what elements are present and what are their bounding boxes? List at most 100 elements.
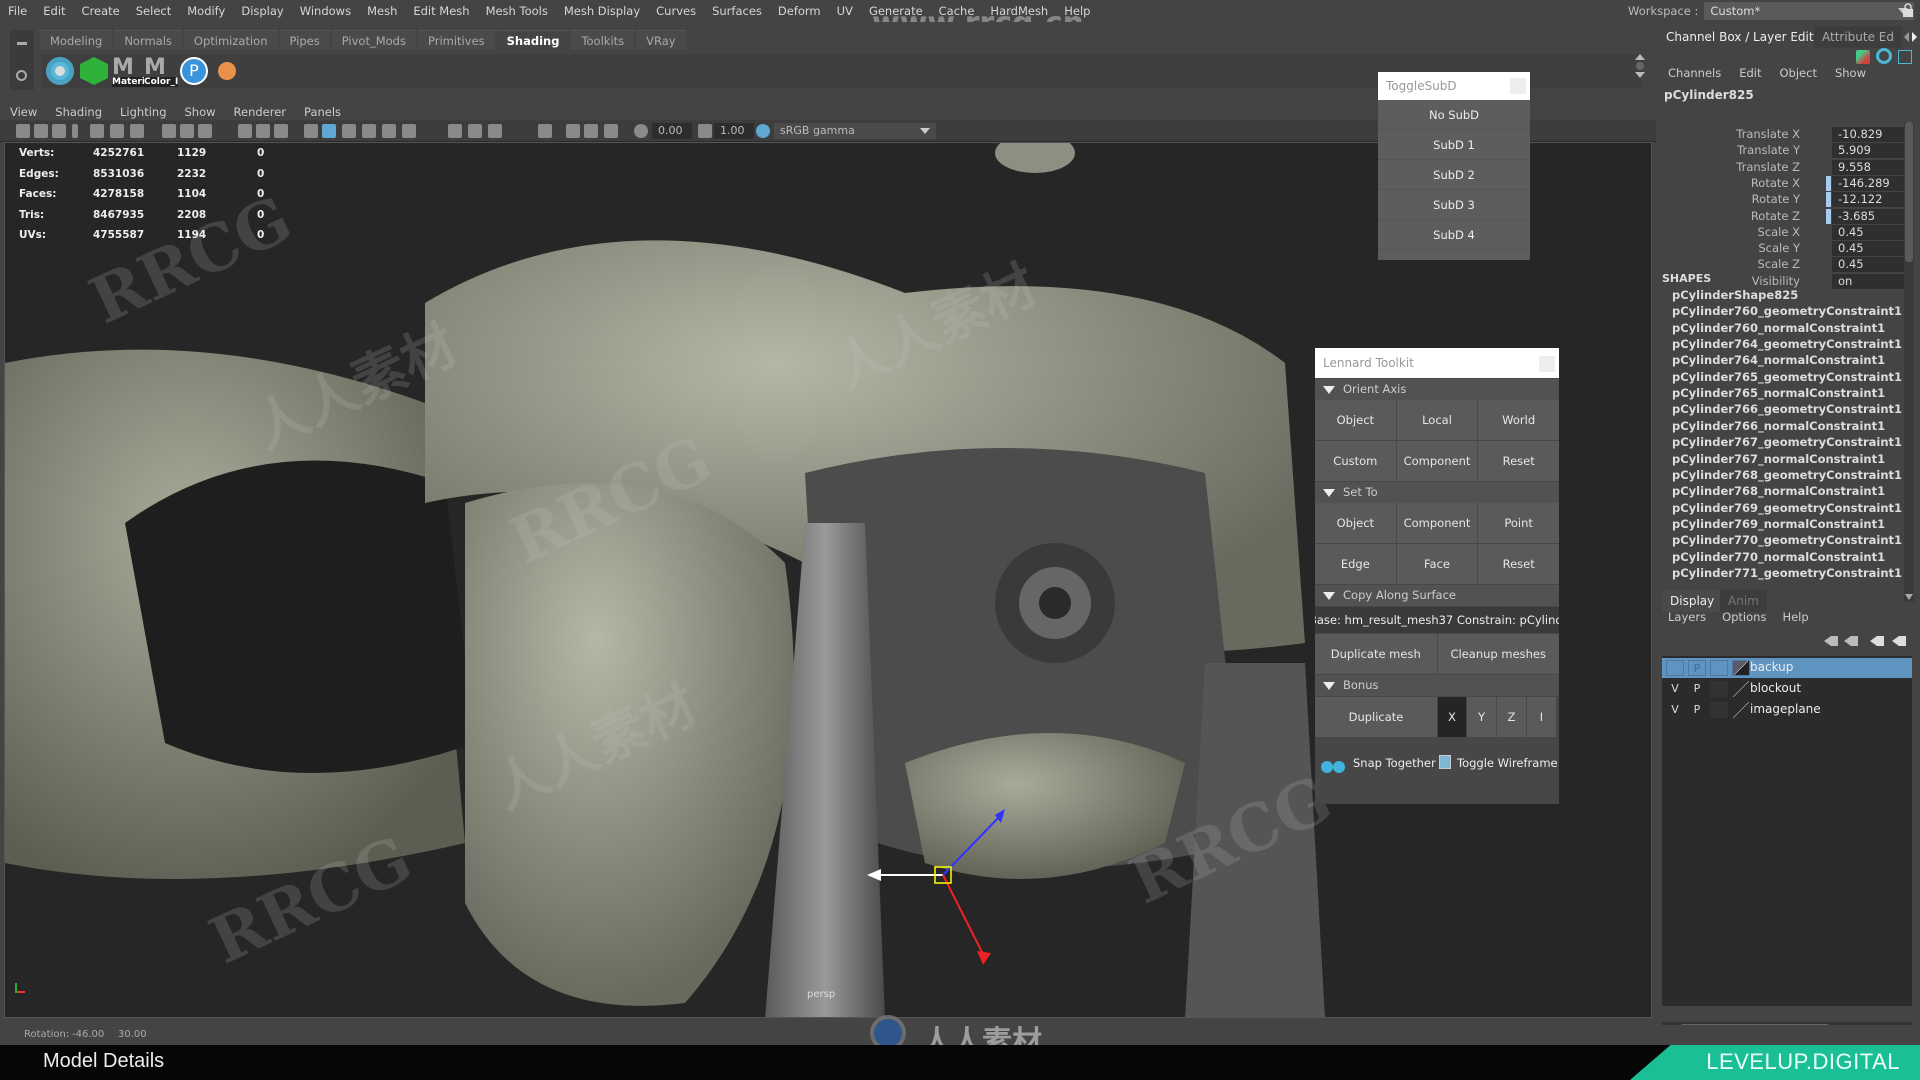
layer-color-swatch[interactable]: [1732, 660, 1750, 676]
selected-object-name[interactable]: pCylinder825: [1664, 88, 1754, 102]
shape-list-item[interactable]: pCylinder764_normalConstraint1: [1672, 353, 1885, 367]
shelf-tab-shading[interactable]: Shading: [496, 30, 570, 50]
axis-y-button[interactable]: Y: [1467, 697, 1496, 737]
shape-list-item[interactable]: pCylinder764_geometryConstraint1: [1672, 337, 1902, 351]
close-icon[interactable]: [1510, 78, 1526, 94]
channel-box-scrollbar[interactable]: [1904, 122, 1914, 602]
menu-create[interactable]: Create: [74, 4, 128, 18]
shelf-tab-normals[interactable]: Normals: [114, 30, 182, 50]
menu-mesh[interactable]: Mesh: [359, 4, 405, 18]
channel-row[interactable]: Rotate X -146.289: [1658, 175, 1904, 192]
gate-mask-icon[interactable]: [238, 124, 252, 138]
menu-uv[interactable]: UV: [829, 4, 861, 18]
shape-list-item[interactable]: pCylinder768_geometryConstraint1: [1672, 468, 1902, 482]
copy-base-constrain-field[interactable]: Base: hm_result_mesh37 Constrain: pCylin…: [1315, 607, 1559, 633]
set-to-face-button[interactable]: Face: [1396, 544, 1478, 584]
orange-sphere-icon[interactable]: [218, 62, 236, 80]
axis-i-button[interactable]: I: [1527, 697, 1556, 737]
color-management-icon[interactable]: [756, 124, 770, 138]
exposure-field[interactable]: 0.00: [652, 123, 692, 139]
set-to-component-button[interactable]: Component: [1396, 503, 1478, 543]
orient-object-button[interactable]: Object: [1315, 400, 1396, 440]
orient-world-button[interactable]: World: [1478, 400, 1559, 440]
textured-icon[interactable]: [382, 124, 396, 138]
channel-value-field[interactable]: 0.45: [1832, 257, 1904, 273]
channel-row[interactable]: Scale X 0.45: [1658, 224, 1904, 241]
channel-value-field[interactable]: -3.685: [1832, 208, 1904, 224]
channel-value-field[interactable]: -146.289: [1832, 175, 1904, 191]
vp-menu-show[interactable]: Show: [175, 105, 224, 119]
xray-joints-icon[interactable]: [584, 124, 598, 138]
menu-surfaces[interactable]: Surfaces: [704, 4, 770, 18]
orient-local-button[interactable]: Local: [1396, 400, 1478, 440]
channel-box-settings-icon[interactable]: [1856, 50, 1870, 64]
subd-4-button[interactable]: SubD 4: [1378, 220, 1530, 250]
green-cube-icon[interactable]: [80, 57, 108, 85]
motion-blur-icon[interactable]: [488, 124, 502, 138]
shelf-tab-modeling[interactable]: Modeling: [40, 30, 113, 50]
layer-playback-toggle[interactable]: P: [1688, 660, 1706, 676]
layer-menu-layers[interactable]: Layers: [1658, 610, 1712, 624]
gamma-field[interactable]: 1.00: [714, 123, 754, 139]
lock-icon[interactable]: [1902, 3, 1914, 17]
tab-scroll-left-icon[interactable]: [1904, 32, 1909, 42]
camera-lock-icon[interactable]: [34, 124, 48, 138]
vp-menu-view[interactable]: View: [0, 105, 45, 119]
channel-row[interactable]: Translate X -10.829: [1658, 127, 1904, 143]
layer-display-type-toggle[interactable]: [1710, 702, 1728, 718]
orient-component-button[interactable]: Component: [1396, 441, 1478, 481]
smooth-shade-icon[interactable]: [322, 124, 336, 138]
speed-icon[interactable]: [1898, 50, 1912, 64]
wireframe-on-shaded-icon[interactable]: [362, 124, 376, 138]
layer-row-blockout[interactable]: V P blockout: [1662, 679, 1912, 699]
new-layer-icon[interactable]: [1870, 636, 1884, 646]
channel-label[interactable]: Rotate Z: [1751, 209, 1800, 223]
exposure-icon[interactable]: [634, 124, 648, 138]
shape-list-item[interactable]: pCylinder768_normalConstraint1: [1672, 484, 1885, 498]
xray-active-icon[interactable]: [604, 124, 618, 138]
menu-curves[interactable]: Curves: [648, 4, 704, 18]
channel-row[interactable]: Rotate Z -3.685: [1658, 208, 1904, 225]
layer-menu-options[interactable]: Options: [1712, 610, 1772, 624]
channel-label[interactable]: Rotate X: [1751, 176, 1800, 190]
grease-pencil-icon[interactable]: [130, 124, 144, 138]
shape-list-item[interactable]: pCylinder766_normalConstraint1: [1672, 419, 1885, 433]
channel-label[interactable]: Scale Z: [1758, 257, 1800, 271]
menu-mesh-display[interactable]: Mesh Display: [556, 4, 648, 18]
shape-list-item[interactable]: pCylinder760_normalConstraint1: [1672, 321, 1885, 335]
lights-icon[interactable]: [402, 124, 416, 138]
layer-display-type-toggle[interactable]: [1710, 660, 1728, 676]
new-layer-from-selection-icon[interactable]: [1892, 636, 1906, 646]
channel-value-field[interactable]: 9.558: [1832, 159, 1904, 175]
layer-name[interactable]: imageplane: [1750, 702, 1821, 716]
safe-title-icon[interactable]: [274, 124, 288, 138]
cb-menu-channels[interactable]: Channels: [1658, 66, 1729, 80]
shape-list-item[interactable]: pCylinder766_geometryConstraint1: [1672, 402, 1902, 416]
menu-deform[interactable]: Deform: [770, 4, 829, 18]
shape-list-item[interactable]: pCylinder767_geometryConstraint1: [1672, 435, 1902, 449]
toggle-subd-titlebar[interactable]: ToggleSubD: [1378, 72, 1530, 100]
resolution-gate-icon[interactable]: [198, 124, 212, 138]
field-chart-icon[interactable]: [256, 124, 270, 138]
layer-name[interactable]: backup: [1750, 660, 1793, 674]
layer-visibility-toggle[interactable]: [1666, 660, 1684, 676]
copy-along-surface-section-header[interactable]: Copy Along Surface: [1315, 585, 1559, 606]
gear-icon[interactable]: [16, 70, 27, 81]
shape-list-item[interactable]: pCylinder770_geometryConstraint1: [1672, 533, 1902, 547]
shelf-menu-icon[interactable]: [17, 42, 27, 45]
set-to-edge-button[interactable]: Edge: [1315, 544, 1396, 584]
shape-list-item[interactable]: pCylinder769_geometryConstraint1: [1672, 501, 1902, 515]
set-to-section-header[interactable]: Set To: [1315, 482, 1559, 503]
vp-menu-lighting[interactable]: Lighting: [110, 105, 174, 119]
shelf-tab-primitives[interactable]: Primitives: [417, 30, 495, 50]
channel-label[interactable]: Translate Z: [1736, 160, 1800, 174]
menu-file[interactable]: File: [0, 4, 35, 18]
shape-list-item[interactable]: pCylinder771_geometryConstraint1: [1672, 566, 1902, 580]
layer-visibility-toggle[interactable]: V: [1666, 681, 1684, 697]
manipulator-icon[interactable]: [1876, 48, 1892, 64]
layer-playback-toggle[interactable]: P: [1688, 681, 1706, 697]
orient-custom-button[interactable]: Custom: [1315, 441, 1396, 481]
bonus-section-header[interactable]: Bonus: [1315, 675, 1559, 696]
shadows-icon[interactable]: [448, 124, 462, 138]
menu-mesh-tools[interactable]: Mesh Tools: [478, 4, 556, 18]
